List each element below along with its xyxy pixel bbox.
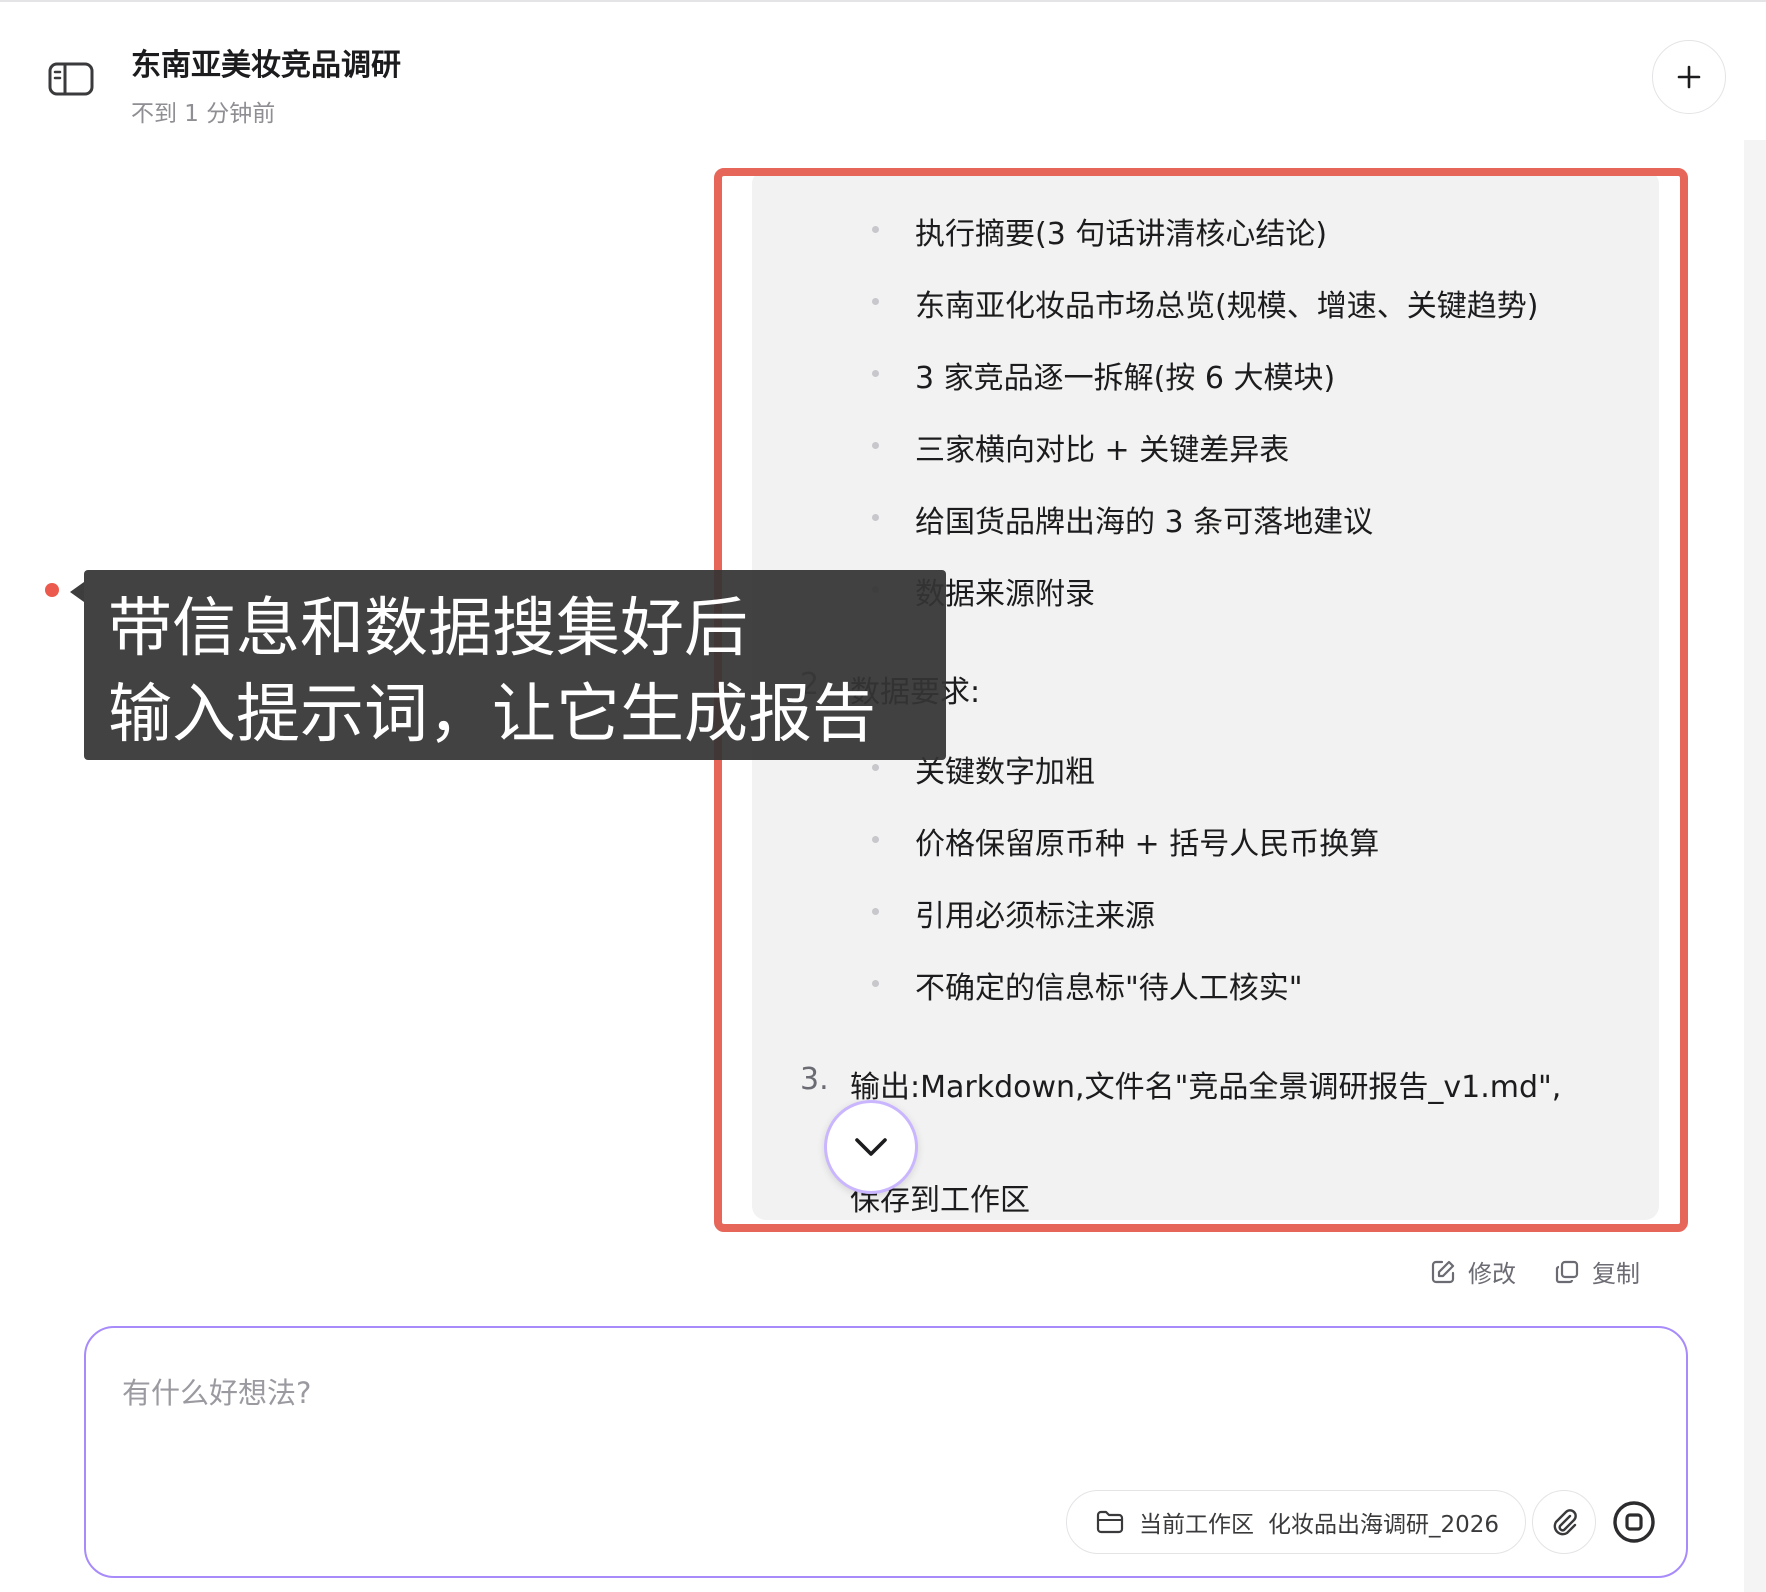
list-item: 执行摘要(3 句话讲清核心结论) xyxy=(915,217,1328,252)
bullet-dot xyxy=(872,908,879,915)
edit-icon xyxy=(1431,1260,1455,1283)
stop-generation-button[interactable] xyxy=(1602,1490,1666,1554)
bullet-dot xyxy=(872,836,879,843)
list-item: 不确定的信息标"待人工核实" xyxy=(915,971,1303,1006)
workspace-selector[interactable]: 当前工作区 化妆品出海调研_2026 xyxy=(1066,1490,1526,1554)
edit-button[interactable]: 修改 xyxy=(1430,1254,1516,1289)
list-item: 价格保留原币种 + 括号人民币换算 xyxy=(915,827,1380,862)
copy-label: 复制 xyxy=(1592,1260,1640,1288)
prompt-input[interactable] xyxy=(120,1368,1624,1452)
sidebar-toggle-button[interactable] xyxy=(48,62,94,96)
stop-icon xyxy=(1613,1501,1655,1543)
bullet-dot xyxy=(872,764,879,771)
page-title: 东南亚美妆竞品调研 xyxy=(131,48,401,83)
scroll-to-bottom-button[interactable] xyxy=(824,1100,918,1194)
folder-icon xyxy=(1096,1510,1124,1534)
sidebar-toggle-icon xyxy=(48,62,94,96)
bullet-dot xyxy=(872,442,879,449)
annotation-line: 输入提示词，让它生成报告 xyxy=(108,678,876,752)
plus-icon xyxy=(1677,65,1701,89)
list-item: 引用必须标注来源 xyxy=(915,899,1155,934)
bullet-dot xyxy=(872,298,879,305)
attach-button[interactable] xyxy=(1532,1490,1596,1554)
list-item-heading: 输出:Markdown,文件名"竞品全景调研报告_v1.md", xyxy=(850,1070,1562,1105)
copy-icon xyxy=(1555,1260,1579,1283)
bullet-dot xyxy=(872,514,879,521)
list-item: 3 家竞品逐一拆解(按 6 大模块) xyxy=(915,361,1336,396)
workspace-name: 化妆品出海调研_2026 xyxy=(1268,1512,1500,1538)
bullet-dot xyxy=(872,980,879,987)
bullet-dot xyxy=(872,226,879,233)
top-border xyxy=(0,0,1766,2)
timestamp: 不到 1 分钟前 xyxy=(131,101,276,127)
list-item: 三家横向对比 + 关键差异表 xyxy=(915,433,1290,468)
list-item: 东南亚化妆品市场总览(规模、增速、关键趋势) xyxy=(915,289,1539,324)
annotation-callout: 带信息和数据搜集好后 输入提示词，让它生成报告 xyxy=(84,570,946,760)
chevron-down-icon xyxy=(855,1138,887,1156)
edit-label: 修改 xyxy=(1468,1260,1516,1288)
paperclip-icon xyxy=(1553,1509,1577,1536)
annotation-pointer xyxy=(70,582,84,602)
new-chat-button[interactable] xyxy=(1652,40,1726,114)
message-composer: 当前工作区 化妆品出海调研_2026 xyxy=(84,1326,1688,1578)
workspace-label: 当前工作区 xyxy=(1139,1512,1254,1538)
list-number: 3. xyxy=(800,1062,829,1097)
list-item: 给国货品牌出海的 3 条可落地建议 xyxy=(915,505,1374,540)
annotation-dot xyxy=(45,583,59,597)
scroll-rail xyxy=(1744,140,1766,1592)
copy-button[interactable]: 复制 xyxy=(1554,1254,1640,1289)
bullet-dot xyxy=(872,370,879,377)
annotation-line: 带信息和数据搜集好后 xyxy=(108,592,748,666)
